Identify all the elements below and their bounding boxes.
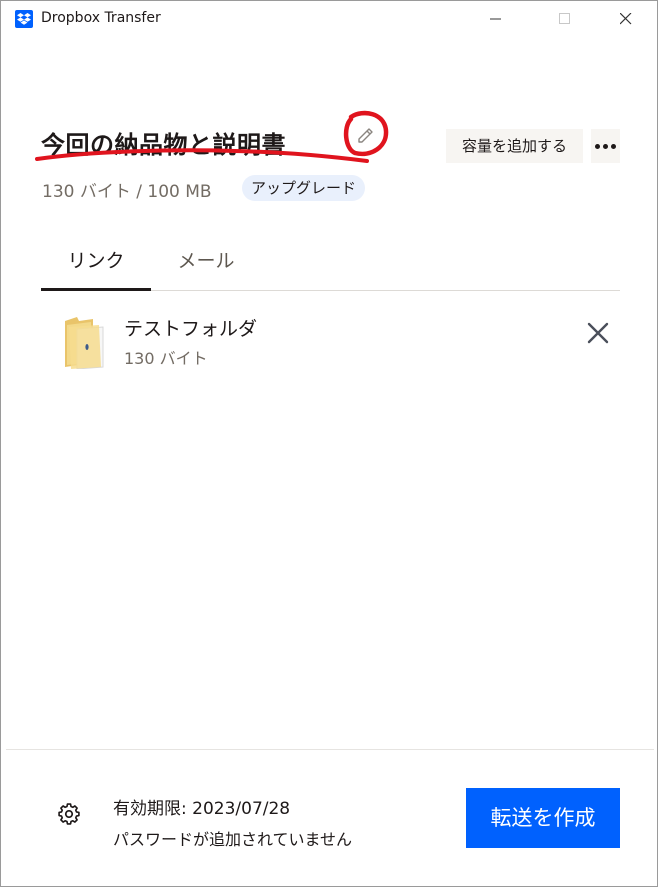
create-transfer-button[interactable]: 転送を作成: [466, 788, 620, 848]
annotation-underline: [35, 148, 369, 163]
password-status: パスワードが追加されていません: [113, 830, 353, 849]
list-item: テストフォルダ 130 バイト: [41, 301, 620, 381]
window-title: Dropbox Transfer: [41, 10, 161, 26]
folder-icon: [63, 315, 105, 373]
more-dots-icon: [595, 144, 600, 149]
gear-icon: [58, 803, 80, 825]
add-capacity-button[interactable]: 容量を追加する: [446, 129, 583, 163]
more-dot: [611, 144, 616, 149]
more-options-button[interactable]: [591, 129, 620, 163]
upgrade-badge[interactable]: アップグレード: [242, 175, 366, 201]
edit-title-button[interactable]: [341, 109, 391, 159]
close-icon: [587, 322, 609, 344]
more-dot: [603, 144, 608, 149]
share-tabs: リンク メール: [41, 247, 620, 291]
pencil-icon: [343, 110, 389, 157]
expiry-date: 有効期限: 2023/07/28: [113, 799, 291, 819]
maximize-button[interactable]: [542, 1, 588, 37]
close-window-button[interactable]: [603, 1, 649, 37]
minimize-button[interactable]: [473, 1, 519, 37]
transfer-footer: 有効期限: 2023/07/28 パスワードが追加されていません 転送を作成: [6, 749, 654, 884]
dropbox-transfer-window: Dropbox Transfer 今回の納品物と説明書 130 バイト / 10…: [0, 0, 658, 887]
remove-file-button[interactable]: [586, 321, 610, 345]
file-name: テストフォルダ: [124, 318, 258, 340]
dropbox-logo-icon: [15, 10, 33, 28]
title-bar: Dropbox Transfer: [1, 1, 657, 37]
settings-button[interactable]: [58, 803, 80, 829]
storage-usage: 130 バイト / 100 MB: [42, 182, 212, 202]
tab-link[interactable]: リンク: [41, 247, 151, 291]
tab-email[interactable]: メール: [151, 247, 261, 291]
file-size: 130 バイト: [124, 349, 208, 368]
